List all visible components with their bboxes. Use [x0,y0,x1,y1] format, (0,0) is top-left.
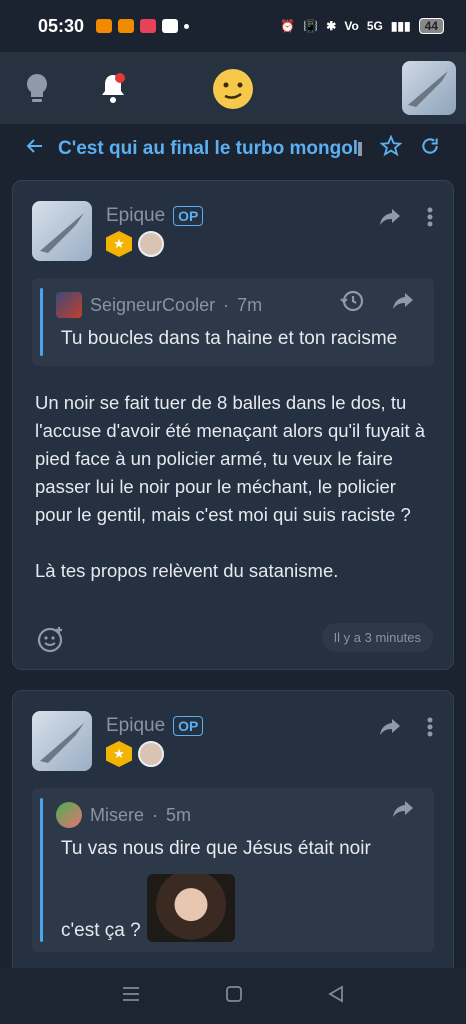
scroll-indicator [358,142,363,156]
embedded-photo[interactable] [146,874,235,942]
post-author: Epique OP [106,205,204,227]
volte-icon: Vo [344,19,359,33]
battery-indicator: 44 [418,18,444,34]
refresh-icon[interactable] [420,136,440,162]
quote-separator: · [223,294,230,315]
star-badge-icon[interactable]: ★ [106,231,132,257]
star-badge-icon[interactable]: ★ [106,741,132,767]
quote-author-avatar[interactable] [56,292,82,318]
post-author: Epique OP [106,715,204,737]
music-app-icon [140,19,157,33]
author-name[interactable]: Epique [106,715,165,737]
vibrate-icon: 📳 [303,19,319,33]
author-avatar[interactable] [32,201,92,261]
youtube-icon [162,19,179,33]
share-icon[interactable] [392,292,414,315]
bell-icon[interactable] [98,72,128,104]
author-avatar[interactable] [32,711,92,771]
app-notification-icon [96,19,113,33]
quote-age: 7m [237,294,263,315]
back-arrow-icon[interactable] [26,137,44,161]
signal-icon: ▮▮▮ [390,19,411,33]
more-dot-icon [184,23,190,29]
quote-text-2: c'est ça ? [61,920,141,941]
quote-text: Tu boucles dans ta haine et ton racisme [61,328,398,349]
home-icon[interactable] [225,985,243,1008]
op-badge: OP [173,716,204,736]
network-label: 5G [366,19,383,33]
avatar-badge-icon[interactable] [138,741,164,767]
post-card: Epique OP ★ SeigneurCooler · 7m Tu boucl… [12,180,454,670]
app-notification-icon [118,19,135,33]
op-badge: OP [173,206,204,226]
author-name[interactable]: Epique [106,205,165,227]
system-nav-bar [0,968,466,1024]
add-reaction-icon[interactable] [37,625,65,658]
quoted-message[interactable]: SeigneurCooler · 7m Tu boucles dans ta h… [32,278,434,366]
post-card: Epique OP ★ Misere · 5m Tu vas nous dire… [12,690,454,980]
status-bar: 05:30 ⏰ 📳 ✱ Vo 5G ▮▮▮ 44 [0,0,466,52]
quoted-message[interactable]: Misere · 5m Tu vas nous dire que Jésus é… [32,788,434,952]
post-paragraph: Un noir se fait tuer de 8 balles dans le… [35,392,426,525]
quote-author[interactable]: Misere [90,805,144,826]
app-bar [0,52,466,124]
more-options-icon[interactable] [427,207,433,232]
quote-author-avatar[interactable] [56,802,82,828]
avatar-badge-icon[interactable] [138,231,164,257]
history-icon[interactable] [340,290,364,317]
bluetooth-icon: ✱ [326,19,337,33]
star-icon[interactable] [379,134,403,163]
user-avatar[interactable] [402,61,456,115]
post-actions [379,207,433,232]
post-paragraph: Là tes propos relèvent du satanisme. [35,560,339,581]
lightbulb-icon[interactable] [24,72,50,104]
share-icon[interactable] [379,208,401,231]
menu-icon[interactable] [122,986,140,1007]
notification-icons [96,19,190,33]
more-options-icon[interactable] [427,717,433,742]
thread-title[interactable]: C'est qui au final le turbo mongol [58,138,358,160]
quote-author[interactable]: SeigneurCooler [90,295,215,316]
share-icon[interactable] [392,800,414,823]
back-nav-icon[interactable] [327,984,344,1008]
user-badges: ★ [106,231,164,257]
post-timestamp: Il y a 3 minutes [321,623,433,652]
share-icon[interactable] [379,718,401,741]
quote-separator: · [152,804,159,825]
quote-text-line: c'est ça ? [61,874,235,942]
alarm-icon: ⏰ [280,19,296,33]
status-time: 05:30 [38,15,85,36]
emoji-face-icon[interactable] [212,68,254,110]
post-body: Un noir se fait tuer de 8 balles dans le… [35,389,437,613]
post-actions [379,717,433,742]
user-badges: ★ [106,741,164,767]
thread-header: C'est qui au final le turbo mongol [0,124,466,174]
quote-age: 5m [166,804,192,825]
quote-text: Tu vas nous dire que Jésus était noir [61,838,371,859]
